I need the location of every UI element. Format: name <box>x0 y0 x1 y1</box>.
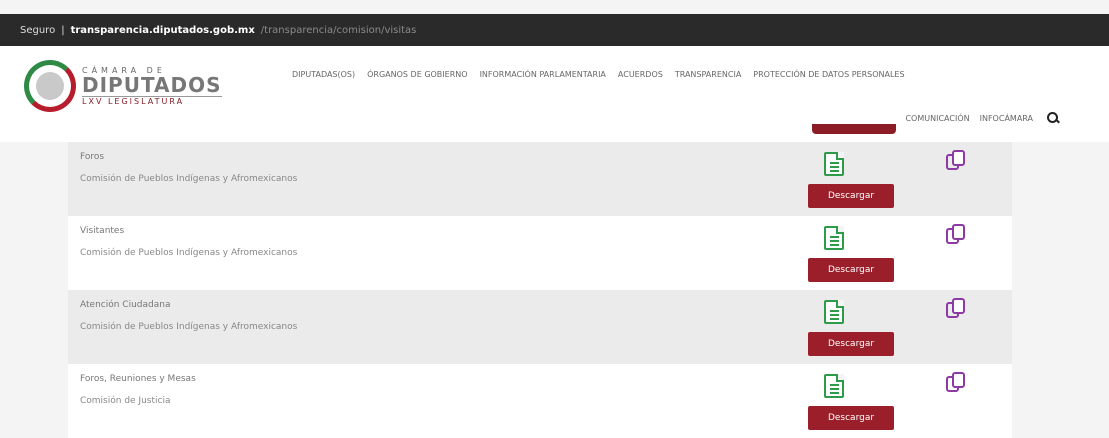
download-button[interactable]: Descargar <box>808 258 894 282</box>
url-path: /transparencia/comision/visitas <box>260 24 417 36</box>
seal-icon <box>24 60 76 112</box>
site-logo[interactable]: CÁMARA DE DIPUTADOS LXV LEGISLATURA <box>24 60 222 112</box>
download-button[interactable]: Descargar <box>808 406 894 430</box>
copy-icon[interactable] <box>946 372 966 396</box>
download-button[interactable]: Descargar <box>808 332 894 356</box>
document-list: Foros Comisión de Pueblos Indígenas y Af… <box>68 142 1012 438</box>
item-title: Atención Ciudadana <box>80 300 171 310</box>
nav-informacion-parlamentaria[interactable]: INFORMACIÓN PARLAMENTARIA <box>480 70 606 79</box>
item-title: Foros <box>80 152 105 162</box>
logo-legislatura-text: LXV LEGISLATURA <box>82 96 222 106</box>
search-icon[interactable] <box>1047 112 1059 124</box>
list-item: Foros Comisión de Pueblos Indígenas y Af… <box>68 142 1012 216</box>
item-title: Foros, Reuniones y Mesas <box>80 374 196 384</box>
main-nav: DIPUTADAS(OS) ÓRGANOS DE GOBIERNO INFORM… <box>292 70 905 79</box>
logo-diputados-text: DIPUTADOS <box>82 73 222 97</box>
active-tab-indicator <box>812 124 896 134</box>
nav-diputados[interactable]: DIPUTADAS(OS) <box>292 70 355 79</box>
separator: | <box>61 24 65 36</box>
secondary-nav: COMUNICACIÓN INFOCÁMARA <box>905 112 1059 124</box>
nav-transparencia[interactable]: TRANSPARENCIA <box>675 70 741 79</box>
list-item: Atención Ciudadana Comisión de Pueblos I… <box>68 290 1012 364</box>
site-header: CÁMARA DE DIPUTADOS LXV LEGISLATURA DIPU… <box>0 46 1109 142</box>
nav-organos-de-gobierno[interactable]: ÓRGANOS DE GOBIERNO <box>367 70 467 79</box>
copy-icon[interactable] <box>946 298 966 322</box>
nav-proteccion-datos[interactable]: PROTECCIÓN DE DATOS PERSONALES <box>753 70 904 79</box>
item-title: Visitantes <box>80 226 125 236</box>
document-icon[interactable] <box>824 374 844 398</box>
document-icon[interactable] <box>824 152 844 176</box>
browser-address-bar[interactable]: Seguro | transparencia.diputados.gob.mx … <box>0 14 1109 46</box>
document-icon[interactable] <box>824 300 844 324</box>
nav-comunicacion[interactable]: COMUNICACIÓN <box>905 114 969 123</box>
secure-label: Seguro <box>20 24 56 36</box>
download-button[interactable]: Descargar <box>808 184 894 208</box>
list-item: Visitantes Comisión de Pueblos Indígenas… <box>68 216 1012 290</box>
copy-icon[interactable] <box>946 150 966 174</box>
list-item: Foros, Reuniones y Mesas Comisión de Jus… <box>68 364 1012 438</box>
document-icon[interactable] <box>824 226 844 250</box>
nav-acuerdos[interactable]: ACUERDOS <box>618 70 663 79</box>
url-domain: transparencia.diputados.gob.mx <box>70 24 255 36</box>
nav-infocamara[interactable]: INFOCÁMARA <box>980 114 1033 123</box>
copy-icon[interactable] <box>946 224 966 248</box>
